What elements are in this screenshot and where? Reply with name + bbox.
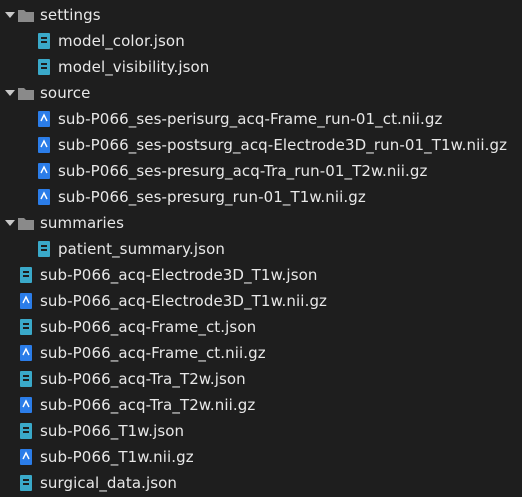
- folder-label: summaries: [40, 214, 125, 232]
- file-label: sub-P066_T1w.json: [40, 422, 185, 440]
- file-item[interactable]: model_visibility.json: [0, 54, 522, 80]
- archive-file-icon: [18, 449, 34, 465]
- archive-file-icon: [36, 111, 52, 127]
- file-label: sub-P066_acq-Electrode3D_T1w.nii.gz: [40, 292, 328, 310]
- json-file-icon: [18, 371, 34, 387]
- file-label: sub-P066_ses-postsurg_acq-Electrode3D_ru…: [58, 136, 508, 154]
- file-item[interactable]: sub-P066_acq-Tra_T2w.nii.gz: [0, 392, 522, 418]
- file-item[interactable]: sub-P066_ses-presurg_run-01_T1w.nii.gz: [0, 184, 522, 210]
- json-file-icon: [18, 319, 34, 335]
- file-label: sub-P066_ses-presurg_acq-Tra_run-01_T2w.…: [58, 162, 428, 180]
- folder-source[interactable]: source: [0, 80, 522, 106]
- folder-icon: [18, 215, 34, 231]
- file-label: sub-P066_acq-Frame_ct.json: [40, 318, 257, 336]
- file-label: sub-P066_acq-Tra_T2w.nii.gz: [40, 396, 256, 414]
- file-label: patient_summary.json: [58, 240, 225, 258]
- json-file-icon: [18, 423, 34, 439]
- file-label: surgical_data.json: [40, 474, 178, 492]
- json-file-icon: [36, 241, 52, 257]
- folder-icon: [18, 7, 34, 23]
- folder-label: settings: [40, 6, 101, 24]
- json-file-icon: [36, 33, 52, 49]
- file-label: sub-P066_ses-presurg_run-01_T1w.nii.gz: [58, 188, 366, 206]
- file-item[interactable]: sub-P066_acq-Tra_T2w.json: [0, 366, 522, 392]
- chevron-down-icon[interactable]: [4, 80, 16, 106]
- file-tree: settings model_color.json model_visibili…: [0, 0, 522, 497]
- file-label: sub-P066_acq-Frame_ct.nii.gz: [40, 344, 266, 362]
- file-label: model_color.json: [58, 32, 185, 50]
- file-item[interactable]: sub-P066_acq-Frame_ct.json: [0, 314, 522, 340]
- file-item[interactable]: sub-P066_T1w.json: [0, 418, 522, 444]
- folder-settings[interactable]: settings: [0, 2, 522, 28]
- file-label: model_visibility.json: [58, 58, 210, 76]
- archive-file-icon: [36, 163, 52, 179]
- json-file-icon: [18, 267, 34, 283]
- archive-file-icon: [18, 345, 34, 361]
- file-item[interactable]: surgical_data.json: [0, 470, 522, 496]
- archive-file-icon: [36, 137, 52, 153]
- folder-summaries[interactable]: summaries: [0, 210, 522, 236]
- file-item[interactable]: sub-P066_ses-presurg_acq-Tra_run-01_T2w.…: [0, 158, 522, 184]
- folder-label: source: [40, 84, 91, 102]
- file-label: sub-P066_T1w.nii.gz: [40, 448, 194, 466]
- file-item[interactable]: sub-P066_acq-Frame_ct.nii.gz: [0, 340, 522, 366]
- file-label: sub-P066_ses-perisurg_acq-Frame_run-01_c…: [58, 110, 443, 128]
- archive-file-icon: [18, 397, 34, 413]
- json-file-icon: [36, 59, 52, 75]
- archive-file-icon: [18, 293, 34, 309]
- file-item[interactable]: sub-P066_acq-Electrode3D_T1w.nii.gz: [0, 288, 522, 314]
- file-item[interactable]: sub-P066_T1w.nii.gz: [0, 444, 522, 470]
- file-item[interactable]: patient_summary.json: [0, 236, 522, 262]
- folder-icon: [18, 85, 34, 101]
- file-item[interactable]: model_color.json: [0, 28, 522, 54]
- file-label: sub-P066_acq-Electrode3D_T1w.json: [40, 266, 318, 284]
- archive-file-icon: [36, 189, 52, 205]
- file-item[interactable]: sub-P066_ses-postsurg_acq-Electrode3D_ru…: [0, 132, 522, 158]
- json-file-icon: [18, 475, 34, 491]
- chevron-down-icon[interactable]: [4, 210, 16, 236]
- file-label: sub-P066_acq-Tra_T2w.json: [40, 370, 246, 388]
- file-item[interactable]: sub-P066_ses-perisurg_acq-Frame_run-01_c…: [0, 106, 522, 132]
- file-item[interactable]: sub-P066_acq-Electrode3D_T1w.json: [0, 262, 522, 288]
- chevron-down-icon[interactable]: [4, 2, 16, 28]
